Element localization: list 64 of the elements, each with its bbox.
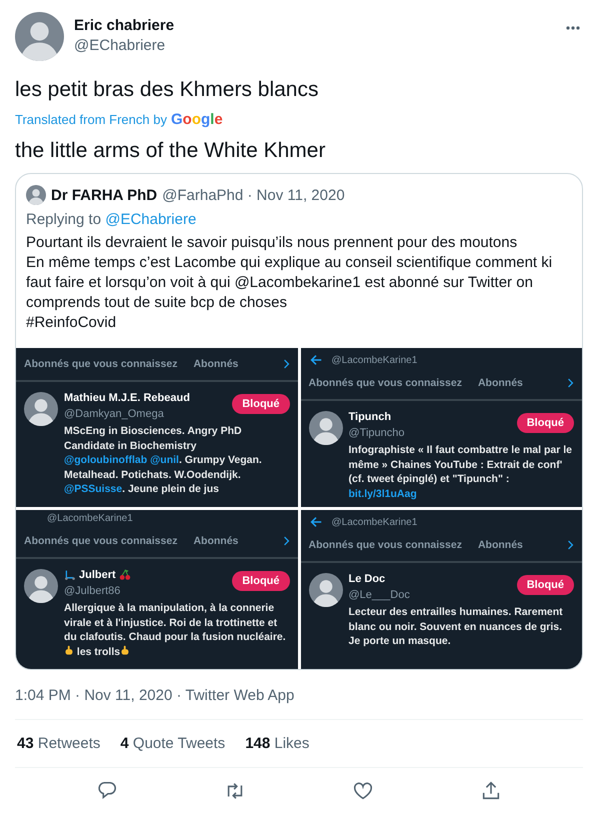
cherry-icon [118,569,131,581]
quote-text: Pourtant ils devraient le savoir puisqu’ils nous prennent pour des moutons En même temps c’est Lacombe qui explique au conseil scientifique comment ki faut faire et lorsqu’on voit à qui @Lacombekarine1 est abonné sur Twitter on comprends tout de suite bcp de choses #ReinfoCovid [25,233,554,333]
share-icon[interactable] [480,780,502,802]
author-name[interactable]: Eric chabriere [74,17,174,34]
avatar[interactable] [308,573,342,607]
tab[interactable]: Abonnés [193,525,238,557]
chevron-icon[interactable] [567,540,574,550]
blocked-button[interactable]: Bloqué [232,394,290,414]
user-bio: Infographiste « Il faut combattre le mal par le même » Chaines YouTube : Extrait de conf' (cf. tweet épinglé) et "Tipunch" : bit.ly/3l1uAag [348,443,573,501]
user-handle: @Damkyan_Omega [64,408,164,420]
tab[interactable]: Abonnés [478,367,523,399]
profile-handle: @LacombeKarine1 [332,354,418,366]
tab[interactable]: Abonnés que vous connaissez [24,348,178,380]
reply-icon[interactable] [96,780,118,802]
chevron-icon[interactable] [567,378,574,388]
chevron-icon[interactable] [282,536,290,546]
user-handle: @Julbert86 [64,585,120,597]
avatar[interactable] [24,569,58,603]
blocked-button[interactable]: Bloqué [516,575,574,595]
user-handle: @Tipuncho [348,427,405,439]
user-handle: @Le___Doc [348,589,410,601]
user-name: Le Doc [348,573,386,585]
tab[interactable]: Abonnés [193,348,238,380]
quote-author-name: Dr FARHA PhD [51,186,158,204]
replying-label: Replying to [26,211,102,228]
tab[interactable]: Abonnés que vous connaissez [24,525,178,557]
translation-link[interactable]: Translated from French by [15,112,167,127]
tab[interactable]: Abonnés [478,529,523,561]
google-logo: Google [170,111,223,128]
tweet-timestamp: 1:04 PM · Nov 11, 2020 · Twitter Web App [15,687,294,704]
avatar[interactable] [308,411,342,445]
hand-icon [120,644,130,654]
user-name: Julbert [79,569,116,581]
mention-link[interactable]: @goloubinofflab [64,454,150,466]
mention-link[interactable]: bit.ly/3l1uAag [348,488,417,500]
stat-link[interactable]: 4 Quote Tweets [120,735,226,752]
blocked-button[interactable]: Bloqué [232,571,290,591]
tab[interactable]: Abonnés que vous connaissez [308,367,462,399]
mention-link[interactable]: @unil [150,454,179,466]
hand-icon [64,644,74,654]
blocked-button[interactable]: Bloqué [516,413,574,433]
quote-card[interactable] [15,173,583,670]
quote-meta: @FarhaPhd · Nov 11, 2020 [162,186,345,204]
tweet-text: les petit bras des Khmers blancs [15,77,318,103]
mention-link[interactable]: @EChabriere [105,211,196,228]
profile-handle: @LacombeKarine1 [47,513,133,524]
avatar[interactable] [24,392,58,426]
back-arrow-icon[interactable] [308,353,322,367]
stat-link[interactable]: 148 Likes [245,735,310,752]
translated-text: the little arms of the White Khmer [15,138,326,164]
user-name: Mathieu M.J.E. Rebeaud [64,392,190,404]
chevron-icon[interactable] [282,359,290,369]
user-bio: Allergique à la manipulation, à la connerie virale et à l'injustice. Roi de la trottinette et du clafoutis. Chaud pour la fusion nucléaire. les trolls [64,601,287,659]
mention-link[interactable]: @PSSuisse [64,483,122,495]
author-handle[interactable]: @EChabriere [74,37,166,54]
user-bio: Lecteur des entrailles humaines. Rarement blanc ou noir. Souvent en nuances de gris. Je porte un masque. [348,605,564,648]
scooter-icon [64,569,76,581]
user-bio: MScEng in Biosciences. Angry PhD Candidate in Biochemistry @goloubinofflab @unil. Grumpy Vegan. Metalhead. Potichats. W.Oodendijk. @PSSuisse. Jeune plein de jus [64,424,263,496]
tab[interactable]: Abonnés que vous connaissez [308,529,462,561]
user-name: Tipunch [348,411,392,423]
stat-link[interactable]: 43 Retweets [17,735,100,752]
heart-icon[interactable] [352,780,374,802]
profile-handle: @LacombeKarine1 [332,516,418,528]
back-arrow-icon[interactable] [308,515,322,529]
